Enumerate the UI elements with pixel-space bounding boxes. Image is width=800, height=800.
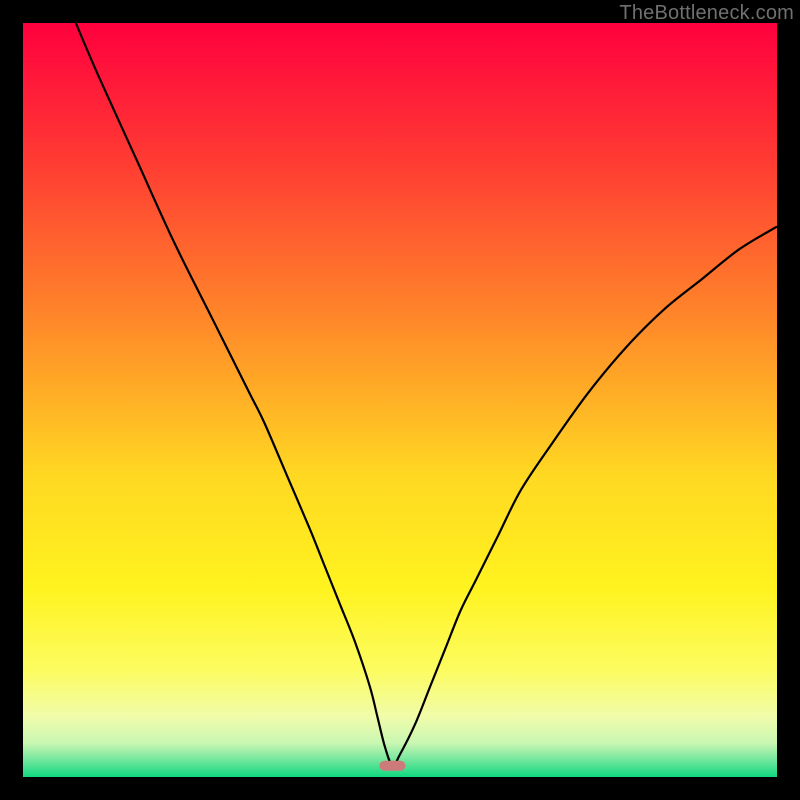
chart-svg xyxy=(23,23,777,777)
plot-area xyxy=(23,23,777,777)
marker-pill xyxy=(379,761,405,771)
chart-frame: TheBottleneck.com xyxy=(0,0,800,800)
gradient-background xyxy=(23,23,777,777)
watermark-text: TheBottleneck.com xyxy=(619,2,794,25)
